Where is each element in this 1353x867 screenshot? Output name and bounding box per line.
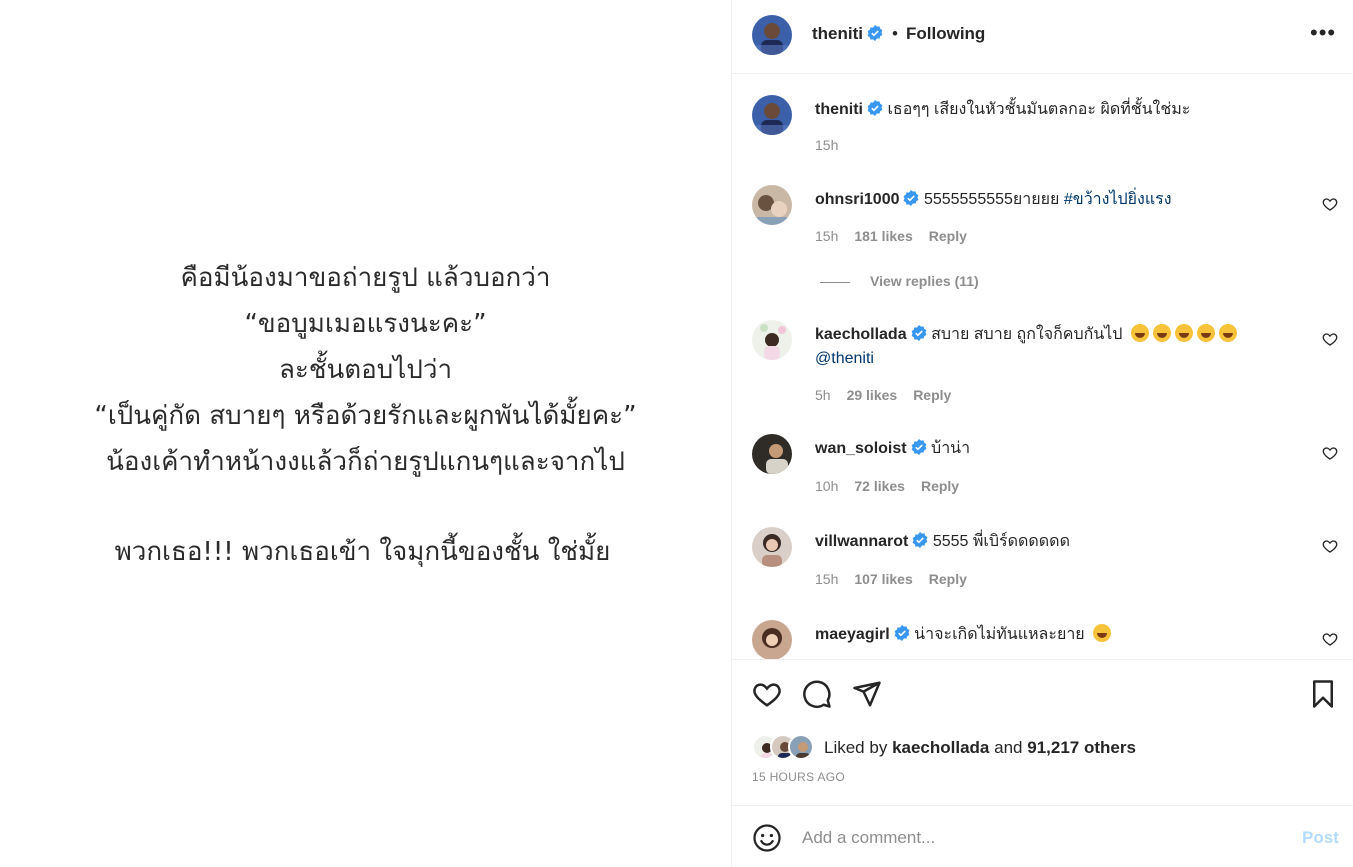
verified-badge-icon [904,190,919,206]
laughing-emoji-icon [1093,624,1112,642]
hashtag-link[interactable]: #ขว้างไปยิ่งแรง [1064,191,1172,208]
mention-link[interactable]: @theniti [815,350,874,367]
laughing-emoji-icon [1218,324,1237,342]
comment-meta: 15h 107 likes Reply [815,571,983,587]
add-comment-input[interactable] [802,824,1282,852]
author-username[interactable]: theniti [812,24,883,44]
view-replies-line [820,281,850,283]
post-sidebar: theniti • Following ••• theniti เธอๆๆ เส… [731,0,1353,867]
reply-button[interactable]: Reply [913,387,951,403]
comment-likes[interactable]: 107 likes [854,571,912,587]
image-line: พวกเธอ!!! พวกเธอเข้า ใจมุกนี้ของชั้น ใช่… [114,537,611,567]
liked-by-and: and [994,738,1023,757]
likes-count[interactable]: 91,217 others [1027,738,1136,757]
comment-time: 15h [815,228,839,244]
verified-badge-icon [911,439,926,455]
like-comment-heart-icon[interactable] [1322,631,1338,647]
comment-likes[interactable]: 181 likes [854,228,912,244]
laughing-emoji-icon [1174,324,1193,342]
comment-body: ohnsri1000 5555555555ยายยย #ขว้างไปยิ่งแ… [815,188,1305,212]
verified-badge-icon [867,25,883,41]
reply-button[interactable]: Reply [921,478,959,494]
avatar[interactable] [752,434,792,474]
avatar[interactable] [752,527,792,567]
laughing-emoji-icon [1130,324,1149,342]
reply-button[interactable]: Reply [929,228,967,244]
caption-username[interactable]: theniti [815,101,863,118]
caption-body: theniti เธอๆๆ เสียงในหัวชั้นมันตลกอะ ผิด… [815,98,1305,122]
comment-username[interactable]: villwannarot [815,533,908,550]
emoji-picker-icon[interactable] [752,823,782,853]
comment-meta: 10h 72 likes Reply [815,478,975,494]
like-comment-heart-icon[interactable] [1322,445,1338,461]
author-avatar[interactable] [752,15,792,55]
comment-text: 5555555555ยายยย [923,191,1064,208]
reply-button[interactable]: Reply [929,571,967,587]
like-comment-heart-icon[interactable] [1322,331,1338,347]
comment-time: 15h [815,571,839,587]
liker-avatar [788,734,814,760]
comment-likes[interactable]: 29 likes [847,387,898,403]
laughing-emoji-icon [1196,324,1215,342]
comments-list[interactable]: theniti เธอๆๆ เสียงในหัวชั้นมันตลกอะ ผิด… [732,75,1353,659]
image-line-gap [0,485,731,529]
image-line: คือมีน้องมาขอถ่ายรูป แล้วบอกว่า [180,263,551,293]
comment-text: น่าจะเกิดไม่ทันแหละยาย [914,626,1085,643]
share-paper-plane-icon[interactable] [852,679,882,709]
liked-by-prefix: Liked by [824,738,888,757]
save-bookmark-icon[interactable] [1308,679,1338,709]
liked-by-text: Liked by kaechollada and 91,217 others [824,738,1136,758]
like-comment-heart-icon[interactable] [1322,196,1338,212]
laughing-emoji-icons [1127,324,1237,343]
image-line: “ขอบูมเมอแรงนะคะ” [244,309,487,339]
verified-badge-icon [911,325,927,341]
comment-username[interactable]: maeyagirl [815,626,890,643]
comment-text: บ้าน่า [931,440,971,457]
image-line: ละชั้นตอบไปว่า [278,355,453,385]
comment-time: 5h [815,387,831,403]
comment-text: 5555 พี่เบิร์ดดดดดด [932,533,1070,550]
image-line: น้องเค้าทำหน้างงแล้วก็ถ่ายรูปแกนๆและจากไ… [106,447,625,477]
comment-bubble-icon[interactable] [802,679,832,709]
add-comment-bar: Post [732,805,1353,867]
caption-time: 15h [815,137,839,153]
verified-badge-icon [894,625,910,641]
view-replies-button[interactable]: View replies (11) [820,273,979,289]
comment-body: kaechollada สบาย สบาย ถูกใจก็คบกันไป @th… [815,323,1305,371]
avatar[interactable] [752,95,792,135]
comment-likes[interactable]: 72 likes [854,478,905,494]
separator-dot: • [892,24,898,43]
image-line: “เป็นคู่กัด สบายๆ หรือด้วยรักและผูกพันได… [94,401,637,431]
caption-text: เธอๆๆ เสียงในหัวชั้นมันตลกอะ ผิดที่ชั้นใ… [887,101,1191,118]
comment-meta: 15h 181 likes Reply [815,228,983,244]
comment-meta: 5h 29 likes Reply [815,387,967,403]
comment-body: villwannarot 5555 พี่เบิร์ดดดดดด [815,530,1305,554]
post-image[interactable]: คือมีน้องมาขอถ่ายรูป แล้วบอกว่า “ขอบูมเม… [0,0,731,867]
liked-by-user[interactable]: kaechollada [892,738,989,757]
like-heart-icon[interactable] [752,679,782,709]
view-replies-label: View replies (11) [870,273,979,289]
avatar[interactable] [752,320,792,360]
verified-badge-icon [867,100,883,116]
comment-text: สบาย สบาย ถูกใจก็คบกันไป [931,326,1123,343]
laughing-emoji-icon [1152,324,1171,342]
comment-username[interactable]: ohnsri1000 [815,191,899,208]
caption-meta: 15h [815,137,854,153]
avatar[interactable] [752,185,792,225]
comment-body: wan_soloist บ้าน่า [815,437,1305,461]
following-button[interactable]: Following [906,24,985,44]
comment-time: 10h [815,478,839,494]
post-actions: Liked by kaechollada and 91,217 others 1… [732,659,1353,805]
post-timestamp: 15 HOURS AGO [752,770,845,784]
more-options-icon[interactable]: ••• [1310,22,1336,44]
post-image-text: คือมีน้องมาขอถ่ายรูป แล้วบอกว่า “ขอบูมเม… [0,255,731,575]
comment-username[interactable]: kaechollada [815,326,907,343]
verified-badge-icon [912,532,928,548]
post-header: theniti • Following ••• [732,0,1353,74]
comment-username[interactable]: wan_soloist [815,440,907,457]
comment-body: maeyagirl น่าจะเกิดไม่ทันแหละยาย [815,623,1305,647]
avatar[interactable] [752,620,792,659]
like-comment-heart-icon[interactable] [1322,538,1338,554]
post-comment-button[interactable]: Post [1302,828,1339,848]
